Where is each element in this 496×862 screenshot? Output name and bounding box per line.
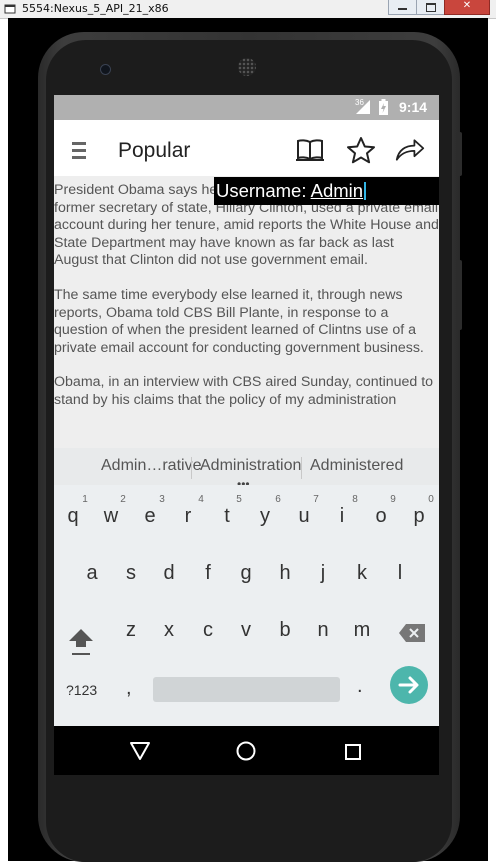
key-hint: 2 bbox=[120, 494, 126, 505]
key-z[interactable]: z bbox=[112, 619, 150, 642]
key-h[interactable]: h bbox=[266, 562, 304, 585]
device-screen: 36 9:14 Popular President Obama says he … bbox=[54, 95, 439, 775]
key-d[interactable]: d bbox=[150, 562, 188, 585]
key-w[interactable]: w bbox=[92, 505, 130, 528]
key-t[interactable]: t bbox=[208, 505, 246, 528]
shift-icon[interactable] bbox=[68, 627, 94, 657]
battery-icon bbox=[379, 99, 388, 115]
book-icon[interactable] bbox=[295, 136, 325, 164]
recent-apps-icon[interactable] bbox=[345, 744, 361, 760]
key-hint: 1 bbox=[82, 494, 88, 505]
share-icon[interactable] bbox=[395, 136, 425, 164]
window-titlebar: 5554:Nexus_5_API_21_x86 bbox=[0, 0, 496, 19]
key-hint: 7 bbox=[313, 494, 319, 505]
front-camera bbox=[100, 64, 111, 75]
key-hint: 5 bbox=[236, 494, 242, 505]
power-button[interactable] bbox=[456, 260, 462, 330]
arrow-right-icon bbox=[398, 676, 419, 694]
key-u[interactable]: u bbox=[285, 505, 323, 528]
home-icon[interactable] bbox=[235, 740, 257, 762]
key-o[interactable]: o bbox=[362, 505, 400, 528]
star-icon[interactable] bbox=[346, 136, 376, 164]
key-a[interactable]: a bbox=[73, 562, 111, 585]
key-comma[interactable]: , bbox=[126, 677, 132, 700]
suggestion-item[interactable]: Administered bbox=[310, 457, 403, 475]
key-v[interactable]: v bbox=[227, 619, 265, 642]
article-paragraph: The same time everybody else learned it,… bbox=[54, 286, 424, 356]
action-bar: Popular bbox=[54, 120, 439, 176]
key-g[interactable]: g bbox=[227, 562, 265, 585]
page-title: Popular bbox=[118, 139, 191, 162]
key-i[interactable]: i bbox=[323, 505, 361, 528]
key-q[interactable]: q bbox=[54, 505, 92, 528]
username-field-overlay[interactable]: Username: Admin bbox=[214, 177, 439, 205]
send-button[interactable] bbox=[390, 666, 428, 704]
app-window-icon bbox=[4, 4, 16, 14]
clock: 9:14 bbox=[399, 99, 428, 115]
signal-icon bbox=[356, 100, 370, 114]
key-period[interactable]: . bbox=[357, 675, 363, 698]
back-icon[interactable] bbox=[129, 741, 151, 761]
article-paragraph: Obama, in an interview with CBS aired Su… bbox=[54, 374, 434, 408]
username-label: Username: bbox=[216, 180, 311, 201]
symbols-key[interactable]: ?123 bbox=[66, 682, 97, 698]
key-hint: 9 bbox=[390, 494, 396, 505]
key-x[interactable]: x bbox=[150, 619, 188, 642]
space-key[interactable] bbox=[153, 677, 340, 702]
article-body: President Obama says he learned from new… bbox=[54, 182, 439, 446]
key-b[interactable]: b bbox=[266, 619, 304, 642]
key-k[interactable]: k bbox=[343, 562, 381, 585]
suggestion-divider bbox=[191, 457, 192, 479]
key-s[interactable]: s bbox=[112, 562, 150, 585]
minimize-button[interactable] bbox=[388, 0, 418, 15]
suggestion-item[interactable]: Administration bbox=[200, 457, 301, 475]
suggestion-item[interactable]: Admin…rative bbox=[101, 457, 201, 475]
text-cursor bbox=[364, 182, 367, 200]
maximize-button[interactable] bbox=[416, 0, 446, 15]
key-r[interactable]: r bbox=[169, 505, 207, 528]
key-p[interactable]: p bbox=[400, 505, 438, 528]
key-f[interactable]: f bbox=[189, 562, 227, 585]
suggestion-strip: Admin…rative Administration Administered… bbox=[54, 448, 439, 490]
navigation-bar bbox=[54, 726, 439, 775]
soft-keyboard: 1 2 3 4 5 6 7 8 9 0 q w e r t y u i o p … bbox=[54, 485, 439, 726]
status-bar: 36 9:14 bbox=[54, 95, 439, 120]
earpiece-speaker bbox=[238, 58, 256, 76]
key-y[interactable]: y bbox=[246, 505, 284, 528]
close-window-button[interactable] bbox=[444, 0, 490, 15]
suggestion-divider bbox=[301, 457, 302, 479]
key-n[interactable]: n bbox=[304, 619, 342, 642]
key-c[interactable]: c bbox=[189, 619, 227, 642]
username-value[interactable]: Admin bbox=[311, 180, 363, 201]
key-l[interactable]: l bbox=[381, 562, 419, 585]
key-hint: 6 bbox=[275, 494, 281, 505]
key-hint: 8 bbox=[352, 494, 358, 505]
key-j[interactable]: j bbox=[304, 562, 342, 585]
window-title: 5554:Nexus_5_API_21_x86 bbox=[22, 2, 169, 15]
key-e[interactable]: e bbox=[131, 505, 169, 528]
key-m[interactable]: m bbox=[343, 619, 381, 642]
key-hint: 4 bbox=[198, 494, 204, 505]
key-hint: 0 bbox=[428, 494, 434, 505]
key-hint: 3 bbox=[159, 494, 165, 505]
menu-icon[interactable] bbox=[72, 142, 86, 160]
volume-button[interactable] bbox=[456, 132, 462, 176]
backspace-icon[interactable] bbox=[398, 623, 426, 643]
